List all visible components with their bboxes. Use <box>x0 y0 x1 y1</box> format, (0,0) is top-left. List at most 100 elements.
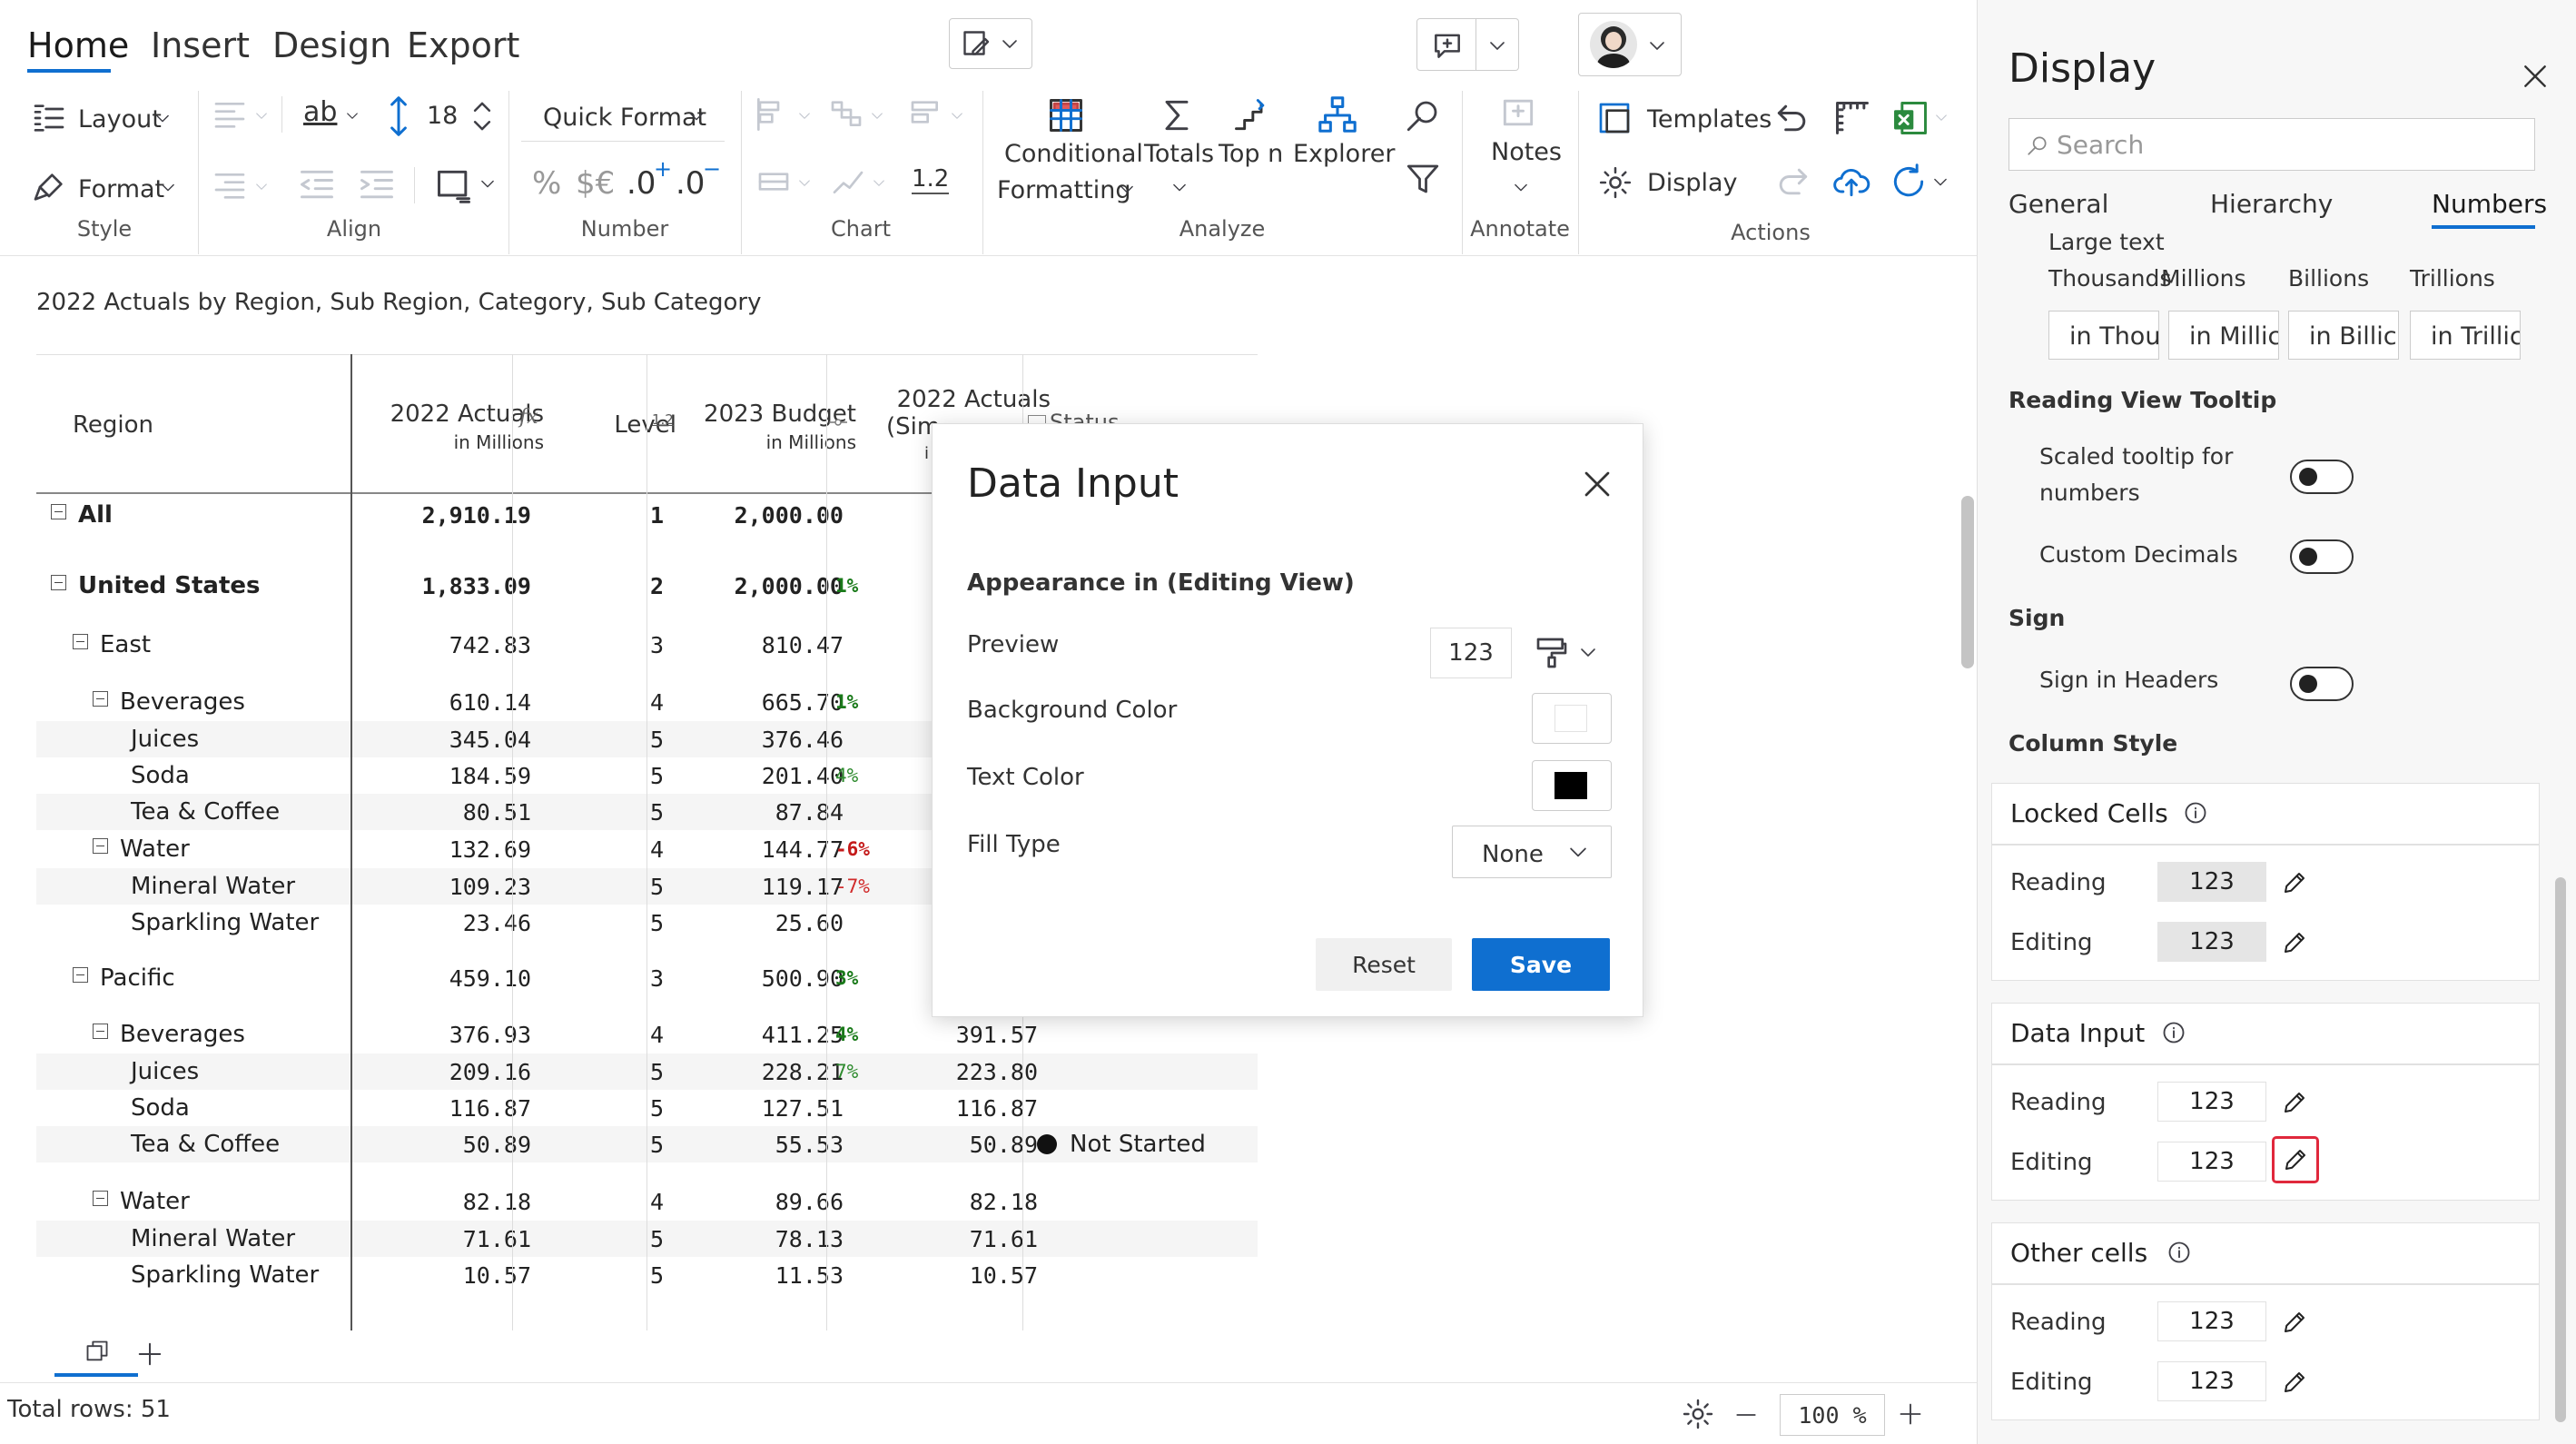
budget-cell[interactable]: 500.90 <box>762 959 844 997</box>
budget-cell[interactable]: 25.60 <box>775 905 844 941</box>
collapse-toggle-icon[interactable] <box>51 504 66 519</box>
reset-button[interactable]: Reset <box>1316 938 1452 991</box>
fill-type-select[interactable]: None <box>1452 826 1612 878</box>
panel-scrollbar-thumb[interactable] <box>2555 877 2566 1422</box>
level-cell[interactable]: 5 <box>650 1053 664 1090</box>
level-cell[interactable]: 3 <box>650 627 664 663</box>
level-cell[interactable]: 5 <box>650 1257 664 1293</box>
font-size-stepper-icon[interactable] <box>472 96 492 136</box>
collapse-toggle-icon[interactable] <box>73 967 88 983</box>
panel-tab-hierarchy[interactable]: Hierarchy <box>2210 189 2333 219</box>
actuals-cell[interactable]: 459.10 <box>449 959 531 997</box>
tab-export[interactable]: Export <box>407 25 519 65</box>
simulation-cell[interactable]: 50.89 <box>970 1126 1038 1162</box>
edit-pencil-icon[interactable] <box>2281 1089 2308 1116</box>
level-cell[interactable]: 5 <box>650 757 664 794</box>
simulation-cell[interactable]: 391.57 <box>956 1015 1038 1053</box>
actuals-cell[interactable]: 209.16 <box>449 1053 531 1090</box>
scale-millions-input[interactable]: in Millic <box>2168 311 2279 360</box>
sign-in-headers-toggle[interactable] <box>2290 667 2354 701</box>
scale-trillions-input[interactable]: in Trillic <box>2410 311 2521 360</box>
page-tab-active[interactable] <box>54 1328 138 1377</box>
zoom-in-icon[interactable] <box>1898 1401 1923 1427</box>
level-cell[interactable]: 5 <box>650 794 664 830</box>
actuals-cell[interactable]: 610.14 <box>449 683 531 721</box>
level-cell[interactable]: 4 <box>650 830 664 868</box>
actuals-cell[interactable]: 184.59 <box>449 757 531 794</box>
header-sim[interactable]: 2022 Actuals <box>897 386 1051 413</box>
collapse-toggle-icon[interactable] <box>93 691 108 707</box>
search-icon[interactable] <box>1404 96 1442 134</box>
edit-pencil-highlight[interactable] <box>2272 1136 2319 1183</box>
increase-decimal-button[interactable]: .0 <box>627 165 656 202</box>
percent-format-button[interactable]: % <box>532 165 561 202</box>
edit-pencil-icon[interactable] <box>2281 869 2308 896</box>
panel-search[interactable]: Search <box>2008 118 2535 171</box>
budget-cell[interactable]: 127.51 <box>762 1090 844 1126</box>
budget-cell[interactable]: 665.70 <box>762 683 844 721</box>
chart-scale-button[interactable]: 1.2 <box>912 165 950 194</box>
zoom-level-field[interactable]: 100 % <box>1780 1394 1885 1436</box>
tab-design[interactable]: Design <box>272 25 391 65</box>
simulation-cell[interactable]: 116.87 <box>956 1090 1038 1126</box>
cloud-upload-icon[interactable] <box>1831 162 1872 202</box>
actuals-cell[interactable]: 1,833.09 <box>422 567 531 605</box>
budget-cell[interactable]: 11.53 <box>775 1257 844 1293</box>
templates-button[interactable]: Templates <box>1647 105 1772 134</box>
close-icon[interactable] <box>2521 62 2550 91</box>
add-page-icon[interactable] <box>136 1340 163 1368</box>
status-cell[interactable]: Not Started <box>1070 1126 1206 1162</box>
text-color-swatch[interactable] <box>1532 760 1612 811</box>
simulation-cell[interactable]: 82.18 <box>970 1182 1038 1221</box>
notes-button[interactable]: Notes <box>1491 138 1562 166</box>
budget-cell[interactable]: 201.40 <box>762 757 844 794</box>
totals-button[interactable]: Totals <box>1144 140 1214 168</box>
info-icon[interactable] <box>2161 1020 2186 1045</box>
user-menu[interactable] <box>1578 13 1682 76</box>
edit-pencil-icon[interactable] <box>2281 1369 2308 1396</box>
display-button[interactable]: Display <box>1647 169 1738 197</box>
explorer-button[interactable]: Explorer <box>1293 140 1395 168</box>
budget-cell[interactable]: 89.66 <box>775 1182 844 1221</box>
actuals-cell[interactable]: 345.04 <box>449 721 531 757</box>
budget-cell[interactable]: 376.46 <box>762 721 844 757</box>
actuals-cell[interactable]: 2,910.19 <box>422 496 531 534</box>
refresh-icon[interactable] <box>1889 162 1929 202</box>
settings-gear-icon[interactable] <box>1682 1398 1714 1430</box>
info-icon[interactable] <box>2183 800 2208 826</box>
waterfall-chart-icon[interactable] <box>826 96 866 133</box>
collapse-toggle-icon[interactable] <box>93 1191 108 1206</box>
budget-cell[interactable]: 87.84 <box>775 794 844 830</box>
budget-cell[interactable]: 119.17 <box>762 868 844 905</box>
align-right-icon[interactable] <box>211 167 249 203</box>
level-cell[interactable]: 3 <box>650 959 664 997</box>
level-cell[interactable]: 5 <box>650 868 664 905</box>
custom-decimals-toggle[interactable] <box>2290 539 2354 574</box>
line-chart-icon[interactable] <box>828 163 868 200</box>
format-painter-icon[interactable] <box>1534 635 1570 671</box>
level-cell[interactable]: 4 <box>650 683 664 721</box>
actuals-cell[interactable]: 80.51 <box>463 794 531 830</box>
outdent-icon[interactable] <box>296 165 338 205</box>
align-left-icon[interactable] <box>211 96 249 133</box>
simulation-cell[interactable]: 10.57 <box>970 1257 1038 1293</box>
budget-cell[interactable]: 411.25 <box>762 1015 844 1053</box>
info-icon[interactable] <box>2166 1240 2192 1265</box>
actuals-cell[interactable]: 376.93 <box>449 1015 531 1053</box>
budget-cell[interactable]: 144.77 <box>762 830 844 868</box>
simulation-cell[interactable]: 71.61 <box>970 1221 1038 1257</box>
panel-tab-numbers[interactable]: Numbers <box>2432 189 2547 219</box>
level-cell[interactable]: 4 <box>650 1015 664 1053</box>
collapse-toggle-icon[interactable] <box>73 634 88 649</box>
top-n-button[interactable]: Top n <box>1219 140 1283 168</box>
currency-format-button[interactable]: $€ <box>576 165 615 202</box>
filter-icon[interactable] <box>1404 160 1442 198</box>
excel-export-icon[interactable] <box>1890 98 1930 138</box>
level-cell[interactable]: 5 <box>650 1221 664 1257</box>
format-button[interactable]: Format <box>78 175 164 203</box>
actuals-cell[interactable]: 71.61 <box>463 1221 531 1257</box>
actuals-cell[interactable]: 10.57 <box>463 1257 531 1293</box>
indent-icon[interactable] <box>356 165 398 205</box>
decrease-decimal-button[interactable]: .0 <box>676 165 705 202</box>
save-button[interactable]: Save <box>1472 938 1610 991</box>
